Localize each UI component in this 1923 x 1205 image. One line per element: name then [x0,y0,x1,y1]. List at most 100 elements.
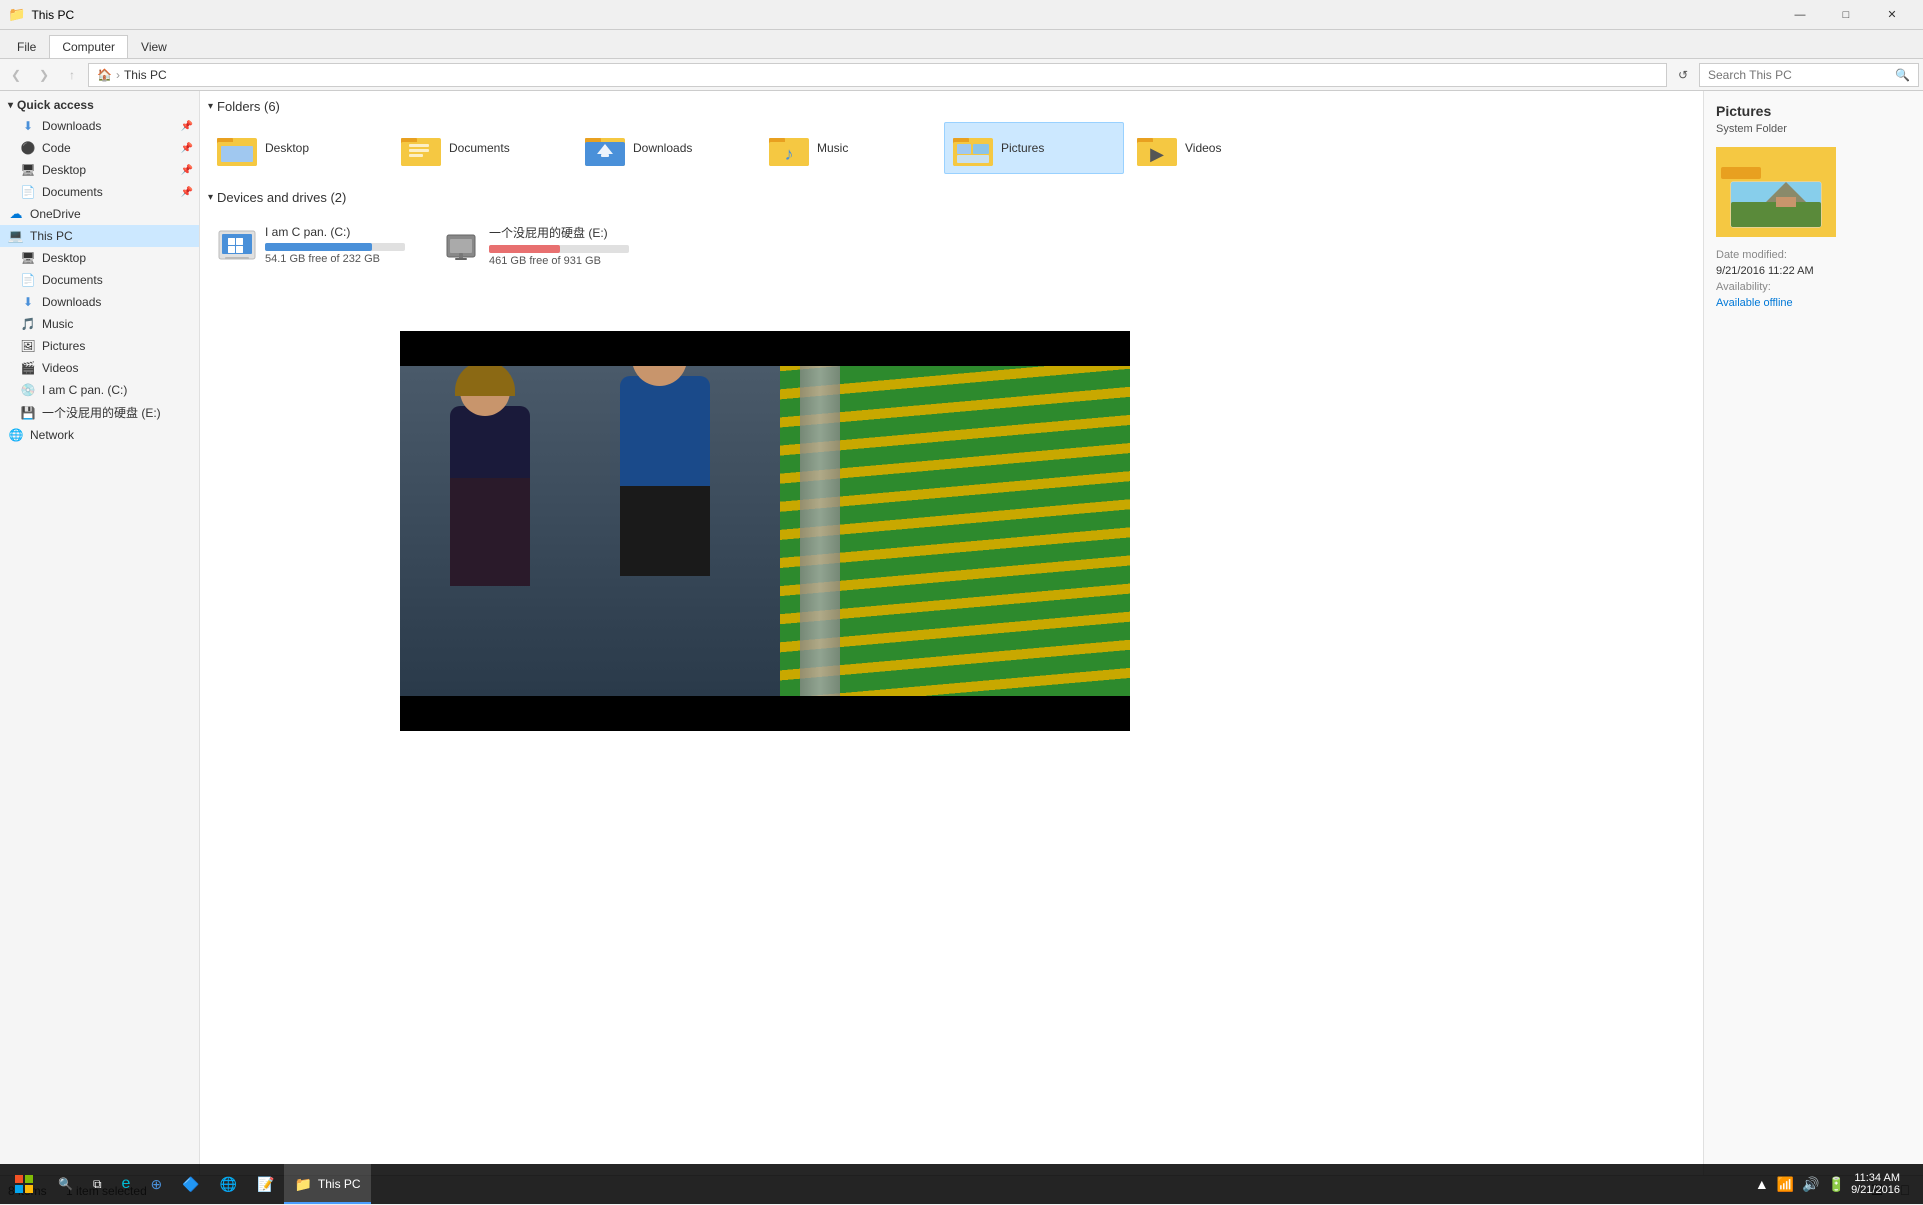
folder-pictures-icon [953,128,993,168]
sidebar-item-label: This PC [30,229,73,243]
video-frame [400,331,1130,731]
desktop-folder-icon: 🖥 [20,250,36,266]
sidebar-item-music-pc[interactable]: 🎵 Music [0,313,199,335]
app-icon: 📁 [8,6,25,23]
taskbar-chrome[interactable]: 🌐 [210,1164,247,1204]
start-button[interactable] [0,1164,48,1204]
address-breadcrumb-thispc[interactable]: This PC [124,68,167,82]
desktop-icon: 🖥 [20,162,36,178]
folder-videos-icon: ▶ [1137,128,1177,168]
devices-section-header[interactable]: ▾ Devices and drives (2) [208,190,1695,205]
search-input[interactable] [1708,68,1891,82]
refresh-button[interactable]: ↺ [1671,63,1695,87]
sidebar-item-downloads-quick[interactable]: ⬇ Downloads 📌 [0,115,199,137]
tray-expand-icon[interactable]: ▲ [1753,1176,1771,1192]
folder-desktop[interactable]: Desktop [208,122,388,174]
onedrive-icon: ☁ [8,206,24,222]
preview-availability-value: Available offline [1716,297,1793,309]
folder-music[interactable]: ♪ Music [760,122,940,174]
taskbar-ie[interactable]: ⊕ [140,1164,172,1204]
taskbar-time: 11:34 AM [1851,1172,1900,1184]
sidebar-item-label: Network [30,428,74,442]
folder-videos-label: Videos [1185,141,1221,155]
taskbar-taskview[interactable]: ⧉ [83,1164,112,1204]
sidebar-item-thispc[interactable]: 💻 This PC [0,225,199,247]
taskbar-tray: ▲ 📶 🔊 🔋 11:34 AM 9/21/2016 [1745,1172,1923,1196]
preview-date-label: Date modified: [1716,249,1796,261]
sidebar-item-downloads-pc[interactable]: ⬇ Downloads [0,291,199,313]
drive-c-free: 54.1 GB free of 232 GB [265,253,419,265]
preview-title: Pictures [1716,103,1911,119]
taskbar-powershell[interactable]: 🔷 [172,1164,209,1204]
minimize-button[interactable]: — [1777,0,1823,30]
edge-icon: e [122,1175,131,1193]
taskbar-notepad[interactable]: 📝 [247,1164,284,1204]
preview-pane: Pictures System Folder Date [1703,91,1923,1175]
sidebar-item-videos-pc[interactable]: 🎬 Videos [0,357,199,379]
sidebar-item-onedrive[interactable]: ☁ OneDrive [0,203,199,225]
drive-c-bar-fill [265,243,372,251]
music-icon: 🎵 [20,316,36,332]
devices-grid: I am C pan. (C:) 54.1 GB free of 232 GB [208,213,1695,277]
thispc-icon: 💻 [8,228,24,244]
folder-downloads-icon [585,128,625,168]
sidebar-section-quick-access[interactable]: ▾ Quick access [0,95,199,115]
taskbar-explorer[interactable]: 📁 This PC [284,1164,370,1204]
maximize-button[interactable]: □ [1823,0,1869,30]
device-e-name: 一个没屁用的硬盘 (E:) [489,224,643,241]
taskbar: 🔍 ⧉ e ⊕ 🔷 🌐 📝 📁 This PC ▲ 📶 🔊 🔋 11:3 [0,1164,1923,1204]
tab-computer[interactable]: Computer [49,35,128,58]
address-breadcrumb-home[interactable]: 🏠 [97,68,112,82]
tray-battery-icon[interactable]: 🔋 [1826,1176,1847,1193]
folder-pictures[interactable]: Pictures [944,122,1124,174]
folder-videos[interactable]: ▶ Videos [1128,122,1308,174]
tray-network-icon[interactable]: 📶 [1775,1176,1796,1193]
tray-speaker-icon[interactable]: 🔊 [1800,1176,1821,1193]
tab-file[interactable]: File [4,35,49,58]
taskbar-edge[interactable]: e [112,1164,141,1204]
folder-downloads-label: Downloads [633,141,692,155]
chevron-icon: ▾ [8,100,13,111]
ribbon: File Computer View [0,30,1923,59]
sidebar-item-documents-quick[interactable]: 📄 Documents 📌 [0,181,199,203]
device-drive-e[interactable]: 一个没屁用的硬盘 (E:) 461 GB free of 931 GB [432,213,652,277]
sidebar-item-code[interactable]: ⚫ Code 📌 [0,137,199,159]
sidebar-item-label: OneDrive [30,207,81,221]
drive-e-device-icon [441,225,481,265]
sidebar-item-desktop-pc[interactable]: 🖥 Desktop [0,247,199,269]
tab-view[interactable]: View [128,35,180,58]
sidebar-item-network[interactable]: 🌐 Network [0,424,199,446]
folders-grid: Desktop Documents [208,122,1695,174]
preview-thumbnail [1716,147,1836,237]
taskbar-search[interactable]: 🔍 [48,1164,83,1204]
folder-documents[interactable]: Documents [392,122,572,174]
folder-downloads[interactable]: Downloads [576,122,756,174]
sidebar-item-documents-pc[interactable]: 📄 Documents [0,269,199,291]
pin-icon: 📌 [181,143,193,154]
drive-e-bar-fill [489,245,560,253]
sidebar-item-label: Code [42,141,71,155]
sidebar-item-label: Desktop [42,163,86,177]
sidebar-item-drive-c[interactable]: 💿 I am C pan. (C:) [0,379,199,401]
svg-text:♪: ♪ [785,144,794,164]
forward-button[interactable]: ❯ [32,63,56,87]
search-icon: 🔍 [1895,68,1910,82]
sidebar-item-desktop-quick[interactable]: 🖥 Desktop 📌 [0,159,199,181]
sidebar-item-label: Videos [42,361,78,375]
up-button[interactable]: ↑ [60,63,84,87]
taskbar-clock[interactable]: 11:34 AM 9/21/2016 [1851,1172,1900,1196]
pin-icon: 📌 [181,165,193,176]
explorer-label: This PC [318,1177,361,1191]
sidebar-item-pictures-pc[interactable]: 🖼 Pictures [0,335,199,357]
folders-section-header[interactable]: ▾ Folders (6) [208,99,1695,114]
folder-music-label: Music [817,141,848,155]
search-box[interactable]: 🔍 [1699,63,1919,87]
close-button[interactable]: ✕ [1869,0,1915,30]
device-drive-c[interactable]: I am C pan. (C:) 54.1 GB free of 232 GB [208,213,428,277]
sidebar-item-drive-e[interactable]: 💾 一个没屁用的硬盘 (E:) [0,401,199,424]
pin-icon: 📌 [181,121,193,132]
address-path[interactable]: 🏠 › This PC [88,63,1667,87]
folder-desktop-label: Desktop [265,141,309,155]
back-button[interactable]: ❮ [4,63,28,87]
address-bar: ❮ ❯ ↑ 🏠 › This PC ↺ 🔍 [0,59,1923,91]
